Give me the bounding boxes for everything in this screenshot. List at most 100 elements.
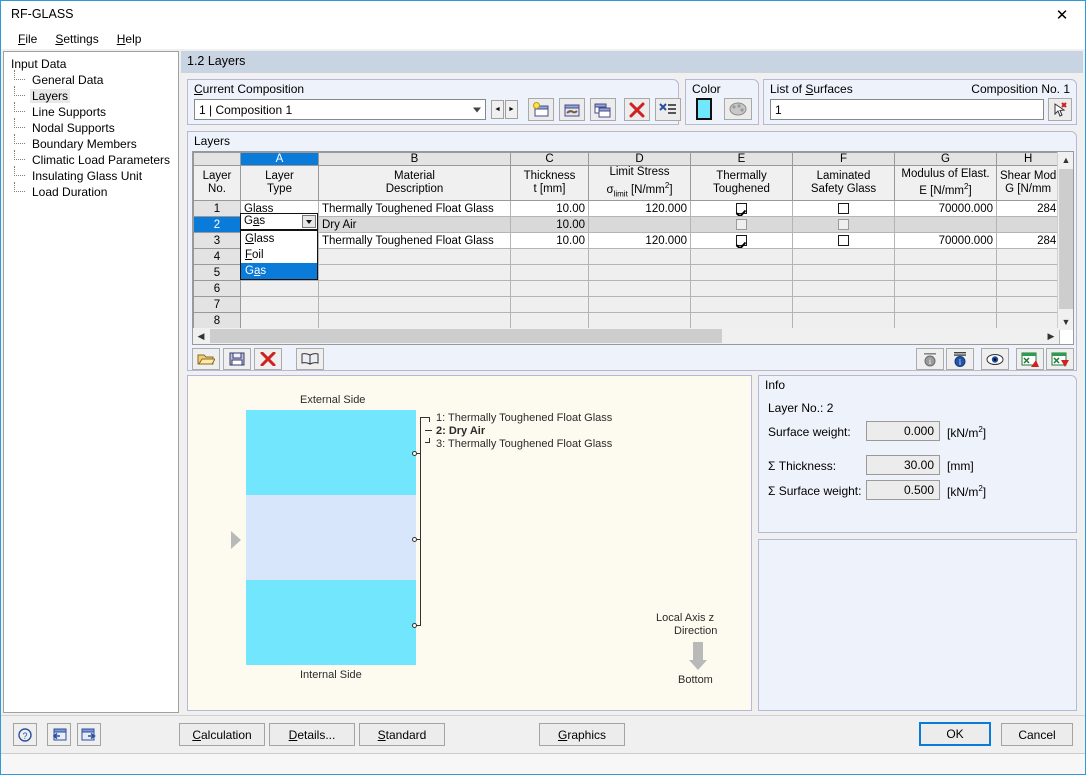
table-row[interactable]: 8	[194, 313, 1060, 329]
dropdown-option-glass[interactable]: Glass	[241, 231, 317, 247]
menu-help[interactable]: Help	[108, 30, 151, 48]
cell-laminated-safety-glass[interactable]	[793, 249, 895, 265]
cell-layer-type[interactable]	[241, 313, 319, 329]
column-header-H[interactable]: H	[997, 153, 1060, 166]
cell-laminated-safety-glass[interactable]	[793, 281, 895, 297]
checkbox-icon[interactable]	[838, 235, 849, 246]
cell-limit-stress[interactable]: 120.000	[589, 233, 691, 249]
cell-thickness[interactable]: 10.00	[511, 217, 589, 233]
cell-thermally-toughened[interactable]	[691, 313, 793, 329]
column-header-C[interactable]: C	[511, 153, 589, 166]
table-row[interactable]: 1 Glass Thermally Toughened Float Glass …	[194, 201, 1060, 217]
graphics-button[interactable]: Graphics	[539, 723, 625, 746]
cell-limit-stress[interactable]	[589, 297, 691, 313]
scroll-left-icon[interactable]: ◀	[193, 328, 209, 344]
cell-layer-type[interactable]	[241, 297, 319, 313]
view-button[interactable]	[981, 348, 1009, 370]
details-button[interactable]: Details...	[269, 723, 355, 746]
cell-shear[interactable]: 284	[997, 233, 1060, 249]
cell-material[interactable]	[319, 281, 511, 297]
cell-shear[interactable]	[997, 313, 1060, 329]
sidebar-item-load-duration[interactable]: Load Duration	[8, 184, 178, 200]
layer-pane-3[interactable]	[246, 580, 416, 665]
cell-laminated-safety-glass[interactable]	[793, 313, 895, 329]
pick-surface-button[interactable]	[1048, 98, 1072, 121]
vscroll-thumb[interactable]	[1059, 169, 1073, 309]
composition-prev-button[interactable]: ◄	[491, 100, 504, 119]
new-composition-button[interactable]	[528, 98, 554, 121]
table-row[interactable]: 5	[194, 265, 1060, 281]
info-blue-button[interactable]: i	[946, 348, 974, 370]
close-icon[interactable]: ✕	[1039, 1, 1085, 29]
column-header-A[interactable]: A	[241, 153, 319, 166]
row-number[interactable]: 5	[194, 265, 241, 281]
cell-modulus[interactable]	[895, 249, 997, 265]
cell-shear[interactable]	[997, 265, 1060, 281]
row-number[interactable]: 7	[194, 297, 241, 313]
library-button[interactable]	[296, 348, 324, 370]
cell-thickness[interactable]: 10.00	[511, 233, 589, 249]
cancel-button[interactable]: Cancel	[1001, 723, 1073, 746]
dropdown-option-foil[interactable]: Foil	[241, 247, 317, 263]
row-number[interactable]: 8	[194, 313, 241, 329]
cell-thermally-toughened[interactable]	[691, 297, 793, 313]
sidebar-item-insulating-glass-unit[interactable]: Insulating Glass Unit	[8, 168, 178, 184]
cell-thermally-toughened[interactable]	[691, 249, 793, 265]
cell-material[interactable]	[319, 265, 511, 281]
scroll-down-icon[interactable]: ▼	[1058, 314, 1074, 330]
cell-modulus[interactable]	[895, 297, 997, 313]
delete-layers-button[interactable]	[254, 348, 282, 370]
row-number[interactable]: 1	[194, 201, 241, 217]
sidebar-item-boundary-members[interactable]: Boundary Members	[8, 136, 178, 152]
cell-thickness[interactable]: 10.00	[511, 201, 589, 217]
delete-composition-button[interactable]	[624, 98, 650, 121]
cell-limit-stress[interactable]	[589, 217, 691, 233]
info-gray-button[interactable]: i	[916, 348, 944, 370]
cell-thickness[interactable]	[511, 281, 589, 297]
layers-table[interactable]: A B C D E F G H Layer No.	[192, 151, 1074, 345]
cell-laminated-safety-glass[interactable]	[793, 201, 895, 217]
cell-laminated-safety-glass[interactable]	[793, 265, 895, 281]
next-panel-button[interactable]	[77, 723, 101, 746]
cell-thermally-toughened[interactable]	[691, 265, 793, 281]
scroll-up-icon[interactable]: ▲	[1058, 152, 1074, 168]
import-excel-button[interactable]	[1046, 348, 1074, 370]
cell-shear[interactable]	[997, 249, 1060, 265]
table-row[interactable]: 7	[194, 297, 1060, 313]
cell-thickness[interactable]	[511, 297, 589, 313]
save-layers-button[interactable]	[223, 348, 251, 370]
sidebar-item-line-supports[interactable]: Line Supports	[8, 104, 178, 120]
cell-material[interactable]	[319, 249, 511, 265]
checkbox-icon[interactable]	[838, 219, 849, 230]
layer-type-cell-combo[interactable]: Gas	[240, 213, 318, 230]
cell-material[interactable]	[319, 297, 511, 313]
layer-graphic-preview[interactable]: External Side Internal Side	[187, 375, 752, 711]
cell-shear[interactable]	[997, 297, 1060, 313]
table-vertical-scrollbar[interactable]: ▲ ▼	[1057, 152, 1073, 330]
standard-button[interactable]: Standard	[359, 723, 445, 746]
calculation-button[interactable]: Calculation	[179, 723, 265, 746]
cell-limit-stress[interactable]	[589, 313, 691, 329]
sidebar-item-climatic-load-parameters[interactable]: Climatic Load Parameters	[8, 152, 178, 168]
column-header-D[interactable]: D	[589, 153, 691, 166]
cell-modulus[interactable]	[895, 217, 997, 233]
cell-limit-stress[interactable]	[589, 281, 691, 297]
cell-modulus[interactable]: 70000.000	[895, 233, 997, 249]
color-palette-button[interactable]	[724, 98, 752, 120]
cell-modulus[interactable]	[895, 281, 997, 297]
column-header-G[interactable]: G	[895, 153, 997, 166]
row-number[interactable]: 6	[194, 281, 241, 297]
layer-type-dropdown[interactable]: Glass Foil Gas	[240, 230, 318, 280]
cell-material[interactable]: Dry Air	[319, 217, 511, 233]
export-excel-button[interactable]	[1016, 348, 1044, 370]
composition-combo[interactable]: 1 | Composition 1	[194, 99, 486, 120]
sidebar-item-general-data[interactable]: General Data	[8, 72, 178, 88]
scroll-right-icon[interactable]: ▶	[1043, 328, 1059, 344]
checkbox-icon[interactable]	[736, 203, 747, 214]
row-number[interactable]: 2	[194, 217, 241, 233]
sidebar-item-nodal-supports[interactable]: Nodal Supports	[8, 120, 178, 136]
menu-file[interactable]: File	[9, 30, 46, 48]
cell-thickness[interactable]	[511, 249, 589, 265]
cell-thickness[interactable]	[511, 313, 589, 329]
table-horizontal-scrollbar[interactable]: ◀ ▶	[193, 328, 1059, 344]
